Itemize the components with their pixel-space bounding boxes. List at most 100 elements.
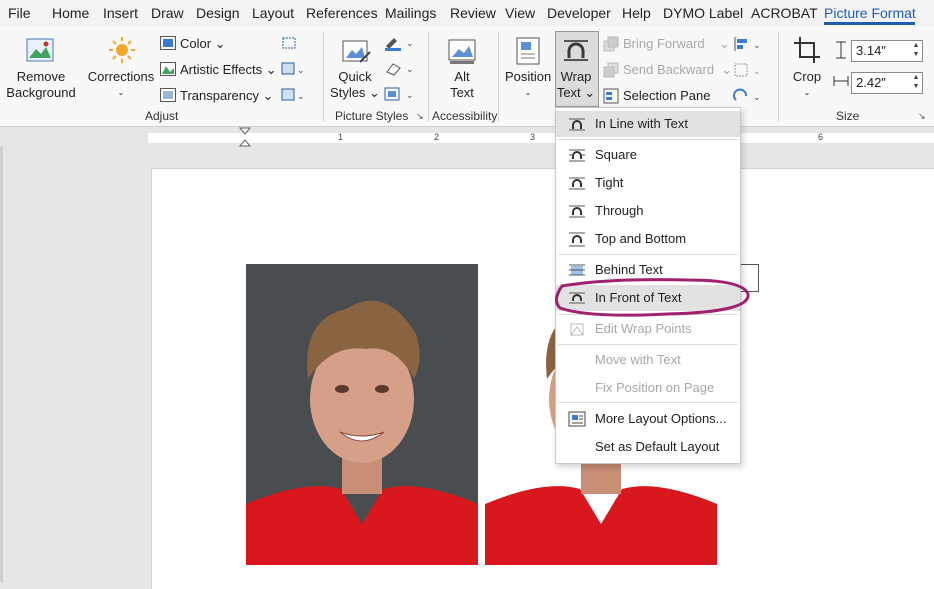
- menu-separator: [558, 402, 738, 403]
- remove-background-label-1: Remove: [16, 69, 66, 84]
- menu-separator: [558, 254, 738, 255]
- wrap-text-label-2: Text: [556, 85, 581, 100]
- tab-design[interactable]: Design: [196, 5, 240, 21]
- picture-styles-group-label: Picture Styles: [335, 109, 409, 123]
- wrap-text-label: Wrap Text ⌄: [556, 69, 596, 100]
- menu-item-square[interactable]: Square: [556, 142, 740, 168]
- bring-forward-button[interactable]: Bring Forward ⌄: [623, 36, 730, 52]
- menu-item-tight[interactable]: Tight: [556, 170, 740, 196]
- rotate-icon[interactable]: ⌄: [733, 88, 763, 104]
- transparency-button[interactable]: Transparency ⌄: [180, 88, 274, 104]
- tab-draw[interactable]: Draw: [151, 5, 184, 21]
- menu-separator: [558, 139, 738, 140]
- tab-picture-format[interactable]: Picture Format: [824, 5, 916, 21]
- bring-forward-label: Bring Forward: [623, 36, 705, 51]
- corrections-label: Corrections: [87, 69, 155, 84]
- ruler-number: 1: [338, 132, 344, 142]
- svg-text:⌄: ⌄: [753, 92, 761, 102]
- svg-text:⌄: ⌄: [406, 38, 414, 48]
- portrait-image: [246, 264, 478, 565]
- crop-label: Crop: [792, 69, 822, 84]
- chevron-down-icon: ⌄: [524, 88, 532, 97]
- alt-text-icon: [448, 39, 476, 64]
- menu-item-label: More Layout Options...: [595, 411, 727, 426]
- selection-pane-button[interactable]: Selection Pane: [623, 88, 710, 103]
- size-group-label: Size: [836, 109, 860, 123]
- wrap-text-icon: [564, 40, 588, 61]
- tab-review[interactable]: Review: [450, 5, 496, 21]
- dialog-launcher-icon[interactable]: ↘: [416, 111, 424, 122]
- menu-item-in-line-with-text[interactable]: In Line with Text: [556, 111, 740, 137]
- svg-text:⌄: ⌄: [753, 40, 761, 50]
- svg-text:⌄: ⌄: [297, 65, 305, 75]
- tab-layout[interactable]: Layout: [252, 5, 294, 21]
- menu-item-label: Through: [595, 203, 644, 218]
- height-input[interactable]: 3.14" ▲ ▼: [851, 40, 923, 62]
- position-label: Position: [505, 69, 552, 84]
- menu-item-label: Square: [595, 147, 637, 162]
- ruler-number: 6: [818, 132, 824, 142]
- indent-marker-icon[interactable]: [239, 127, 251, 147]
- group-icon[interactable]: ⌄: [733, 62, 763, 78]
- reset-picture-icon[interactable]: ⌄: [281, 88, 305, 102]
- corrections-button[interactable]: Corrections ⌄: [86, 69, 156, 101]
- svg-text:⌄: ⌄: [297, 91, 305, 101]
- change-picture-icon[interactable]: ⌄: [281, 62, 305, 76]
- tab-references[interactable]: References: [306, 5, 378, 21]
- separator: [778, 32, 779, 122]
- alt-text-label-2: Text: [450, 85, 474, 100]
- tab-dymo-label[interactable]: DYMO Label: [663, 5, 743, 21]
- width-input[interactable]: 2.42" ▲ ▼: [851, 72, 923, 94]
- quick-styles-label-1: Quick: [338, 69, 372, 84]
- quick-styles-button[interactable]: Quick Styles ⌄: [330, 69, 380, 101]
- in-line-with-text-icon: [569, 118, 585, 131]
- color-button[interactable]: Color ⌄: [180, 36, 226, 52]
- ruler-track: [148, 133, 934, 143]
- adjust-group-label: Adjust: [145, 109, 179, 123]
- alt-text-label-1: Alt: [454, 69, 470, 84]
- through-wrap-icon: [569, 205, 585, 218]
- menu-item-label: In Line with Text: [595, 116, 688, 131]
- align-icon[interactable]: ⌄: [733, 36, 763, 52]
- artistic-effects-button[interactable]: Artistic Effects ⌄: [180, 62, 277, 78]
- tab-home[interactable]: Home: [52, 5, 89, 21]
- position-button[interactable]: Position ⌄: [505, 69, 551, 101]
- width-icon: [833, 76, 849, 86]
- picture-effects-icon[interactable]: ⌄: [384, 60, 416, 78]
- menu-item-set-as-default-layout[interactable]: Set as Default Layout: [556, 434, 740, 460]
- tab-mailings[interactable]: Mailings: [385, 5, 436, 21]
- layout-options-icon: [568, 411, 586, 427]
- tab-insert[interactable]: Insert: [103, 5, 138, 21]
- horizontal-ruler: 1 2 3 4 5 6: [0, 127, 934, 147]
- separator: [428, 32, 429, 122]
- spinner-icon[interactable]: ▲ ▼: [910, 41, 922, 61]
- tab-help[interactable]: Help: [622, 5, 651, 21]
- remove-background-button[interactable]: Remove Background: [6, 69, 76, 101]
- menu-item-move-with-text[interactable]: Move with Text: [556, 347, 740, 373]
- spinner-icon[interactable]: ▲ ▼: [910, 73, 922, 93]
- bring-forward-icon: [603, 36, 619, 52]
- menu-item-through[interactable]: Through: [556, 198, 740, 224]
- transparency-label: Transparency: [180, 88, 259, 103]
- compress-pictures-icon[interactable]: [281, 36, 297, 50]
- crop-icon: [794, 37, 820, 63]
- picture-border-icon[interactable]: ⌄: [384, 34, 416, 52]
- send-backward-button[interactable]: Send Backward ⌄: [623, 62, 732, 78]
- picture-1[interactable]: [246, 264, 478, 565]
- picture-layout-icon[interactable]: ⌄: [384, 86, 416, 104]
- dialog-launcher-icon[interactable]: ↘: [918, 111, 926, 122]
- menu-item-label: Edit Wrap Points: [595, 321, 692, 336]
- vertical-ruler: [0, 147, 3, 582]
- alt-text-button[interactable]: Alt Text: [442, 69, 482, 101]
- selection-pane-icon: [603, 88, 619, 104]
- tab-view[interactable]: View: [505, 5, 535, 21]
- crop-button[interactable]: Crop ⌄: [789, 69, 825, 101]
- tab-acrobat[interactable]: ACROBAT: [751, 5, 818, 21]
- ruler-number: 2: [434, 132, 440, 142]
- square-wrap-icon: [569, 149, 585, 162]
- menu-item-fix-position-on-page[interactable]: Fix Position on Page: [556, 375, 740, 401]
- tab-file[interactable]: File: [8, 5, 31, 21]
- menu-item-more-layout-options[interactable]: More Layout Options...: [556, 406, 740, 432]
- menu-item-top-and-bottom[interactable]: Top and Bottom: [556, 226, 740, 252]
- tab-developer[interactable]: Developer: [547, 5, 611, 21]
